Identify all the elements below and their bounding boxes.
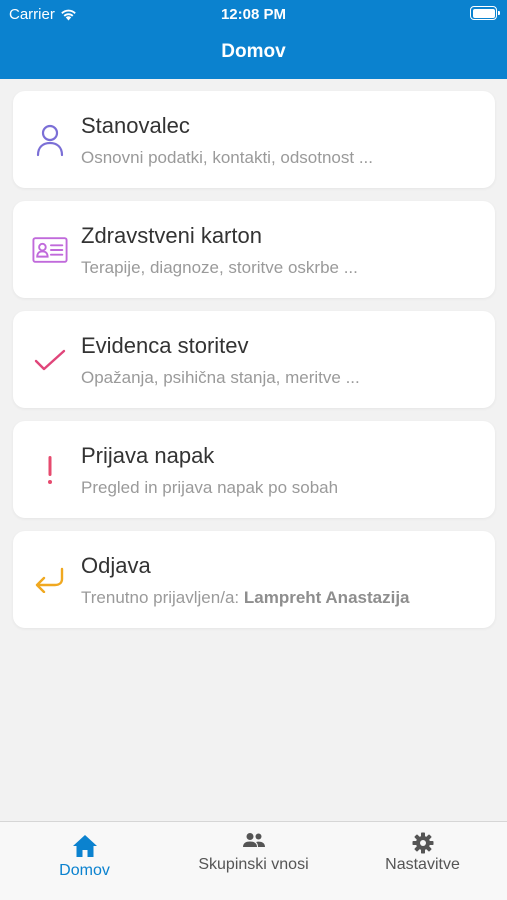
menu-item-stanovalec[interactable]: Stanovalec Osnovni podatki, kontakti, od… xyxy=(13,91,495,188)
tab-skupinski-vnosi[interactable]: Skupinski vnosi xyxy=(169,822,338,900)
status-bar: Carrier 12:08 PM xyxy=(0,0,507,28)
checkmark-icon xyxy=(32,342,68,378)
id-card-icon xyxy=(32,232,68,268)
logged-in-prefix: Trenutno prijavljen/a: xyxy=(81,588,244,607)
menu-item-zdravstveni-karton[interactable]: Zdravstveni karton Terapije, diagnoze, s… xyxy=(13,201,495,298)
menu-item-odjava[interactable]: Odjava Trenutno prijavljen/a: Lampreht A… xyxy=(13,531,495,628)
logged-in-user: Lampreht Anastazija xyxy=(243,588,410,607)
menu-item-subtitle: Osnovni podatki, kontakti, odsotnost ... xyxy=(81,148,373,167)
page-title: Domov xyxy=(221,41,286,62)
menu-item-title: Prijava napak xyxy=(81,443,215,468)
tab-domov[interactable]: Domov xyxy=(0,822,169,900)
menu-item-prijava-napak[interactable]: Prijava napak Pregled in prijava napak p… xyxy=(13,421,495,518)
menu-list: Stanovalec Osnovni podatki, kontakti, od… xyxy=(13,91,495,641)
menu-item-title: Zdravstveni karton xyxy=(81,223,262,248)
gear-icon xyxy=(338,832,507,854)
return-arrow-icon xyxy=(32,562,68,598)
menu-item-subtitle: Terapije, diagnoze, storitve oskrbe ... xyxy=(81,258,358,277)
battery-icon xyxy=(470,6,500,20)
menu-item-evidenca-storitev[interactable]: Evidenca storitev Opažanja, psihična sta… xyxy=(13,311,495,408)
menu-item-title: Stanovalec xyxy=(81,113,190,138)
home-icon xyxy=(0,834,169,858)
tab-label: Domov xyxy=(59,862,110,879)
person-icon xyxy=(32,122,68,158)
menu-item-subtitle: Opažanja, psihična stanja, meritve ... xyxy=(81,368,360,387)
tab-label: Nastavitve xyxy=(385,856,460,873)
people-icon xyxy=(169,832,338,848)
menu-item-title: Odjava xyxy=(81,553,151,578)
tab-bar: Domov Skupinski vnosi Nastavitve xyxy=(0,821,507,900)
menu-item-subtitle: Pregled in prijava napak po sobah xyxy=(81,478,339,497)
app-header: Carrier 12:08 PM Domov xyxy=(0,0,507,79)
exclamation-icon xyxy=(32,452,68,488)
status-time: 12:08 PM xyxy=(220,6,287,23)
tab-nastavitve[interactable]: Nastavitve xyxy=(338,822,507,900)
menu-item-title: Evidenca storitev xyxy=(81,333,249,358)
menu-item-subtitle: Trenutno prijavljen/a: Lampreht Anastazi… xyxy=(81,588,410,608)
tab-label: Skupinski vnosi xyxy=(198,856,309,873)
